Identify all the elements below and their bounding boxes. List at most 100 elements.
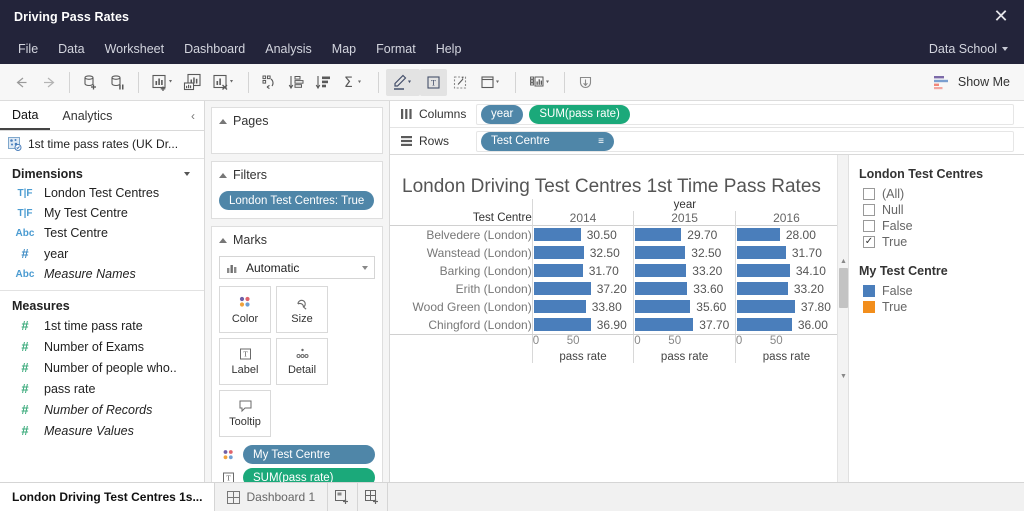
filter-option-false[interactable]: False bbox=[859, 218, 1014, 234]
menu-item-help[interactable]: Help bbox=[426, 38, 472, 60]
show-me-button[interactable]: Show Me bbox=[933, 75, 1014, 90]
bar-mark[interactable] bbox=[736, 282, 788, 296]
bar-mark[interactable] bbox=[736, 228, 780, 242]
cell-barking-2014[interactable]: 31.70 bbox=[531, 261, 634, 280]
cell-chingford-2015[interactable]: 37.70 bbox=[633, 315, 736, 335]
columns-drop-zone[interactable]: year SUM(pass rate) bbox=[476, 103, 1014, 125]
account-menu[interactable]: Data School bbox=[923, 38, 1014, 60]
new-worksheet-tab-icon[interactable] bbox=[328, 483, 359, 511]
bar-mark[interactable] bbox=[736, 264, 790, 278]
marks-card-header[interactable]: Marks bbox=[212, 227, 382, 252]
fit-icon[interactable] bbox=[523, 69, 557, 96]
marks-detail-button[interactable]: Detail bbox=[276, 338, 328, 385]
forward-arrow-icon[interactable] bbox=[35, 69, 62, 96]
bar-mark[interactable] bbox=[635, 282, 688, 296]
rows-drop-zone[interactable]: Test Centre ≡ bbox=[476, 130, 1014, 152]
field-number-of-records[interactable]: # Number of Records bbox=[0, 399, 204, 420]
checkbox-icon[interactable] bbox=[863, 188, 875, 200]
close-icon[interactable]: ✕ bbox=[988, 4, 1014, 30]
bar-mark[interactable] bbox=[635, 228, 682, 242]
filters-card-header[interactable]: Filters bbox=[212, 162, 382, 187]
cell-wanstead-2015[interactable]: 32.50 bbox=[633, 243, 736, 262]
scrollbar-thumb[interactable] bbox=[839, 268, 848, 308]
field-1st-time-pass-rate[interactable]: # 1st time pass rate bbox=[0, 315, 204, 336]
marks-pill-my-test-centre[interactable]: My Test Centre bbox=[243, 445, 375, 464]
x-axis-title-2014[interactable]: pass rate bbox=[531, 350, 634, 363]
bar-mark[interactable] bbox=[635, 264, 687, 278]
new-worksheet-icon[interactable] bbox=[146, 69, 180, 96]
filter-option-true[interactable]: ✓ True bbox=[859, 234, 1014, 250]
filters-drop-zone[interactable]: London Test Centres: True bbox=[212, 187, 382, 218]
bar-mark[interactable] bbox=[635, 300, 691, 314]
sort-ascending-icon[interactable] bbox=[283, 69, 310, 96]
clear-sheet-icon[interactable] bbox=[207, 69, 241, 96]
field-pass-rate[interactable]: # pass rate bbox=[0, 378, 204, 399]
field-measure-names[interactable]: Abc Measure Names bbox=[0, 264, 204, 284]
menu-item-dashboard[interactable]: Dashboard bbox=[174, 38, 255, 60]
new-dashboard-tab-icon[interactable] bbox=[358, 483, 389, 511]
cell-barking-2015[interactable]: 33.20 bbox=[633, 261, 736, 280]
filter-option-null[interactable]: Null bbox=[859, 202, 1014, 218]
column-header-2016[interactable]: 2016 bbox=[734, 210, 837, 226]
bar-mark[interactable] bbox=[736, 300, 795, 314]
cell-wanstead-2014[interactable]: 32.50 bbox=[531, 243, 634, 262]
cell-belvedere-2015[interactable]: 29.70 bbox=[633, 224, 736, 244]
x-axis-2016[interactable]: 0 50 bbox=[734, 334, 837, 351]
new-data-source-icon[interactable] bbox=[77, 69, 104, 96]
checkbox-icon[interactable] bbox=[863, 220, 875, 232]
sheet-tab-london-driving[interactable]: London Driving Test Centres 1s... bbox=[0, 483, 216, 511]
cell-erith-2015[interactable]: 33.60 bbox=[633, 279, 736, 298]
columns-pill-sum-pass-rate[interactable]: SUM(pass rate) bbox=[529, 104, 630, 124]
row-label-chingford[interactable]: Chingford (London) bbox=[390, 315, 533, 335]
column-header-2014[interactable]: 2014 bbox=[531, 210, 634, 226]
field-year[interactable]: # year bbox=[0, 243, 204, 264]
tab-data[interactable]: Data bbox=[0, 101, 51, 130]
filter-option-all[interactable]: (All) bbox=[859, 186, 1014, 202]
menu-item-analysis[interactable]: Analysis bbox=[255, 38, 322, 60]
vertical-scrollbar[interactable]: ▲ ▼ bbox=[837, 155, 848, 482]
scroll-down-icon[interactable]: ▼ bbox=[838, 371, 849, 382]
highlighter-icon[interactable] bbox=[386, 68, 420, 96]
pages-drop-zone[interactable] bbox=[212, 133, 382, 153]
bar-mark[interactable] bbox=[736, 318, 792, 332]
fix-axes-icon[interactable] bbox=[447, 69, 474, 96]
back-arrow-icon[interactable] bbox=[8, 69, 35, 96]
color-legend-item-false[interactable]: False bbox=[859, 283, 1014, 299]
bar-mark[interactable] bbox=[635, 246, 686, 260]
menu-item-worksheet[interactable]: Worksheet bbox=[95, 38, 175, 60]
bar-mark[interactable] bbox=[533, 318, 591, 332]
bar-mark[interactable] bbox=[533, 228, 581, 242]
totals-icon[interactable]: Σ bbox=[337, 69, 371, 96]
x-axis-2015[interactable]: 0 50 bbox=[633, 334, 736, 351]
row-label-barking[interactable]: Barking (London) bbox=[390, 262, 532, 280]
cell-erith-2014[interactable]: 37.20 bbox=[531, 279, 634, 298]
download-icon[interactable] bbox=[572, 69, 599, 96]
bar-mark[interactable] bbox=[533, 282, 591, 296]
tab-analytics[interactable]: Analytics bbox=[50, 101, 124, 130]
duplicate-sheet-icon[interactable] bbox=[180, 69, 207, 96]
marks-size-button[interactable]: Size bbox=[276, 286, 328, 333]
rows-pill-test-centre[interactable]: Test Centre ≡ bbox=[481, 131, 614, 151]
row-label-wood-green[interactable]: Wood Green (London) bbox=[390, 298, 532, 316]
x-axis-2014[interactable]: 0 50 bbox=[531, 334, 634, 351]
column-header-2015[interactable]: 2015 bbox=[633, 210, 736, 226]
marks-tooltip-button[interactable]: Tooltip bbox=[219, 390, 271, 437]
field-measure-values[interactable]: # Measure Values bbox=[0, 420, 204, 441]
bar-mark[interactable] bbox=[533, 246, 584, 260]
data-source-item[interactable]: 1st time pass rates (UK Dr... bbox=[0, 131, 204, 159]
x-axis-title-2016[interactable]: pass rate bbox=[734, 350, 837, 363]
field-test-centre[interactable]: Abc Test Centre bbox=[0, 223, 204, 243]
field-london-test-centres[interactable]: T|F London Test Centres bbox=[0, 183, 204, 203]
cell-chingford-2014[interactable]: 36.90 bbox=[531, 315, 634, 335]
cell-wood-green-2015[interactable]: 35.60 bbox=[633, 297, 736, 316]
checkbox-checked-icon[interactable]: ✓ bbox=[863, 236, 875, 248]
field-my-test-centre[interactable]: T|F My Test Centre bbox=[0, 203, 204, 223]
color-legend-item-true[interactable]: True bbox=[859, 299, 1014, 315]
cell-belvedere-2016[interactable]: 28.00 bbox=[734, 224, 837, 244]
scroll-up-icon[interactable]: ▲ bbox=[838, 256, 849, 267]
filter-pill-london-test-centres[interactable]: London Test Centres: True bbox=[219, 191, 375, 210]
columns-pill-year[interactable]: year bbox=[481, 104, 524, 124]
marks-label-button[interactable]: T Label bbox=[219, 338, 271, 385]
pause-data-source-icon[interactable] bbox=[104, 69, 131, 96]
bar-mark[interactable] bbox=[533, 300, 586, 314]
